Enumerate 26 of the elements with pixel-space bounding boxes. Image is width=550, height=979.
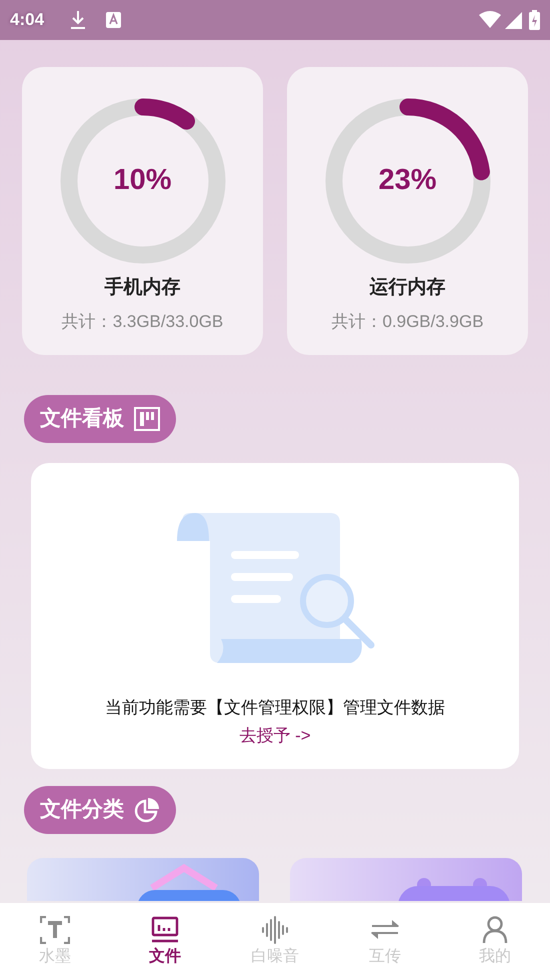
board-icon: [151, 915, 179, 945]
nav-label: 文件: [149, 946, 181, 967]
storage-card[interactable]: 10% 手机内存 共计：3.3GB/33.0GB: [22, 67, 263, 355]
text-icon: [40, 915, 70, 945]
battery-icon: [529, 10, 540, 30]
pie-chart-icon: [134, 797, 160, 823]
usage-percent: 10%: [113, 163, 172, 198]
section-title: 文件看板: [40, 406, 124, 432]
card-title: 运行内存: [370, 276, 446, 300]
wifi-icon: [479, 11, 501, 29]
storage-card[interactable]: 23% 运行内存 共计：0.9GB/3.9GB: [287, 67, 528, 355]
signal-icon: [505, 11, 523, 29]
board-icon: [134, 407, 160, 431]
download-icon: [70, 10, 86, 30]
section-title: 文件分类: [40, 797, 124, 824]
permission-message: 当前功能需要【文件管理权限】管理文件数据: [105, 697, 445, 719]
storage-total: 共计：3.3GB/33.0GB: [62, 310, 224, 332]
card-title: 手机内存: [104, 276, 180, 300]
nav-tab[interactable]: 文件: [110, 903, 220, 979]
storage-total: 共计：0.9GB/3.9GB: [331, 310, 484, 332]
usage-percent: 23%: [378, 163, 437, 198]
status-time: 4:04: [10, 9, 44, 32]
sound-wave-icon: [261, 915, 289, 945]
grant-link[interactable]: 去授予 ->: [239, 722, 311, 748]
person-icon: [482, 915, 508, 945]
keyboard-icon: [106, 12, 122, 28]
